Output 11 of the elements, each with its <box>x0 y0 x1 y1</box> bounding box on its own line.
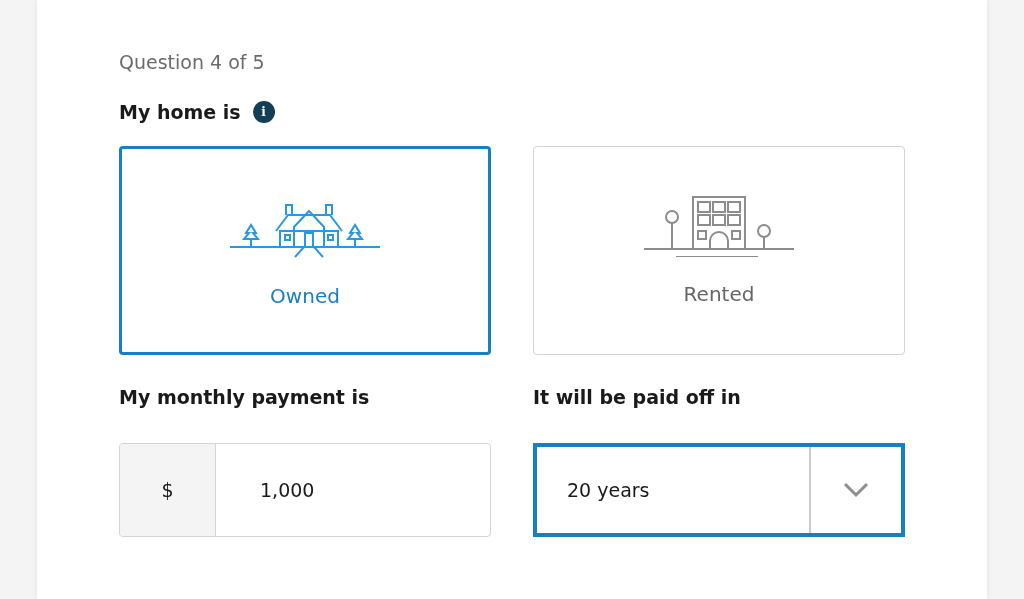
question-counter: Question 4 of 5 <box>119 50 266 75</box>
home-option-card[interactable]: Owned <box>119 146 491 355</box>
payment-label: My monthly payment is <box>119 385 371 410</box>
currency-prefix: $ <box>120 444 216 536</box>
info-icon[interactable]: i <box>252 101 275 123</box>
question-label: My home is <box>119 100 241 125</box>
home-option-card[interactable]: Rented <box>533 146 905 355</box>
payoff-label: It will be paid off in <box>533 385 742 410</box>
chevron-down-icon <box>843 482 869 498</box>
payoff-select[interactable]: 20 years <box>533 443 905 537</box>
payment-field[interactable]: $ 1,000 <box>119 443 491 537</box>
